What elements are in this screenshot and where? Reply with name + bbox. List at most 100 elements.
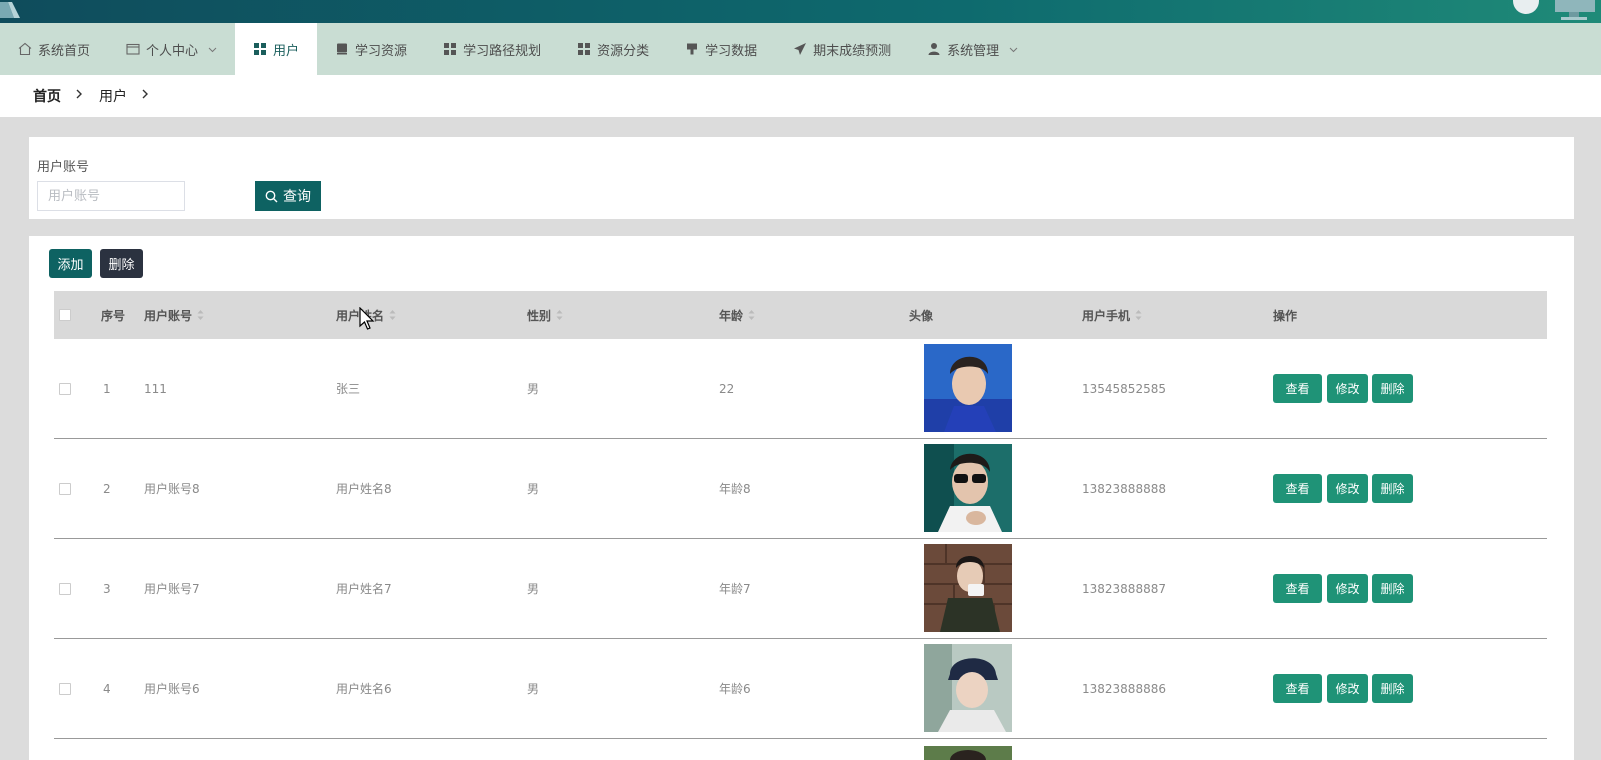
header-index: 序号	[101, 308, 126, 323]
nav-item-users[interactable]: 用户	[235, 23, 318, 75]
nav-item-home[interactable]: 系统首页	[0, 23, 108, 75]
grid-icon	[578, 43, 591, 55]
user-account-search-input[interactable]	[37, 181, 185, 211]
sort-icon[interactable]	[389, 309, 396, 321]
cell-gender: 男	[527, 482, 540, 496]
cell-phone: 13823888888	[1082, 481, 1166, 496]
cell-index: 3	[103, 581, 111, 596]
avatar-photo	[924, 544, 1012, 632]
avatar-photo	[924, 644, 1012, 732]
cell-account: 用户账号8	[144, 482, 200, 496]
delete-button[interactable]: 删除	[1372, 674, 1413, 703]
row-checkbox[interactable]	[59, 383, 71, 395]
nav-item-label: 学习路径规划	[463, 43, 542, 59]
view-button[interactable]: 查看	[1273, 374, 1322, 403]
avatar-photo	[924, 344, 1012, 432]
cell-phone: 13823888887	[1082, 581, 1166, 596]
sort-icon[interactable]	[197, 309, 204, 321]
cell-index: 2	[103, 481, 111, 496]
table-header: 序号 用户账号 用户姓名 性别 年龄 头像 用户手机 操作	[54, 291, 1547, 339]
cell-gender: 男	[527, 582, 540, 596]
view-button[interactable]: 查看	[1273, 674, 1322, 703]
logo-icon	[0, 2, 20, 18]
table-panel: 添加 删除 序号 用户账号 用户姓名 性别 年龄 头像 用户手机 操作 1 11…	[29, 236, 1574, 760]
delete-button[interactable]: 删除	[1372, 474, 1413, 503]
sort-icon[interactable]	[748, 309, 755, 321]
edit-button[interactable]: 修改	[1327, 674, 1368, 703]
breadcrumb-current: 用户	[99, 89, 127, 105]
nav-item-label: 学习数据	[705, 43, 758, 59]
nav-item-learning-data[interactable]: 学习数据	[667, 23, 775, 75]
avatar-photo	[924, 444, 1012, 532]
main-nav: 系统首页 个人中心 用户 学习资源 学习路径规划 资源分类 学习数据 期末成绩预…	[0, 23, 1601, 75]
header-avatar: 头像	[909, 308, 934, 323]
search-icon	[265, 190, 278, 202]
grid-icon	[254, 43, 267, 55]
mouse-cursor-icon	[359, 307, 375, 330]
book-icon	[337, 43, 348, 55]
top-banner	[0, 0, 1601, 23]
cell-phone: 13823888886	[1082, 681, 1166, 696]
cell-age: 年龄7	[719, 582, 751, 596]
cell-name: 用户姓名6	[336, 682, 392, 696]
select-all-checkbox[interactable]	[59, 309, 71, 321]
table-row: 4 用户账号6 用户姓名6 男 年龄6 13823888886 查看 修改 删除	[54, 639, 1547, 739]
delete-button[interactable]: 删除	[1372, 574, 1413, 603]
table-row: 2 用户账号8 用户姓名8 男 年龄8 13823888888 查看 修改 删除	[54, 439, 1547, 539]
breadcrumb: 首页 用户	[0, 75, 1601, 117]
add-button[interactable]: 添加	[49, 249, 92, 278]
search-label: 用户账号	[37, 160, 90, 175]
sort-icon[interactable]	[1135, 309, 1142, 321]
breadcrumb-home[interactable]: 首页	[33, 86, 61, 106]
cell-gender: 男	[527, 382, 540, 396]
header-age[interactable]: 年龄	[719, 291, 755, 339]
paper-plane-icon	[794, 43, 807, 55]
chevron-down-icon	[208, 47, 217, 52]
row-checkbox[interactable]	[59, 483, 71, 495]
cell-account: 用户账号7	[144, 582, 200, 596]
nav-item-grade-prediction[interactable]: 期末成绩预测	[775, 23, 909, 75]
cell-age: 年龄6	[719, 682, 751, 696]
nav-item-learning-path[interactable]: 学习路径规划	[425, 23, 559, 75]
query-button[interactable]: 查询	[255, 181, 321, 211]
cell-name: 用户姓名8	[336, 482, 392, 496]
delete-button[interactable]: 删除	[1372, 374, 1413, 403]
user-avatar[interactable]	[1513, 0, 1539, 14]
search-panel: 用户账号 查询	[29, 137, 1574, 219]
chevron-right-icon	[142, 89, 148, 99]
edit-button[interactable]: 修改	[1327, 474, 1368, 503]
cell-account: 111	[144, 381, 167, 396]
cell-phone: 13545852585	[1082, 381, 1166, 396]
nav-item-label: 个人中心	[146, 43, 199, 59]
edit-button[interactable]: 修改	[1327, 374, 1368, 403]
row-checkbox[interactable]	[59, 583, 71, 595]
header-phone[interactable]: 用户手机	[1082, 291, 1142, 339]
header-gender[interactable]: 性别	[527, 291, 563, 339]
nav-item-resource-category[interactable]: 资源分类	[559, 23, 667, 75]
cell-account: 用户账号6	[144, 682, 200, 696]
cell-gender: 男	[527, 682, 540, 696]
avatar-photo-partial	[924, 746, 1012, 760]
view-button[interactable]: 查看	[1273, 474, 1322, 503]
nav-item-learning-resources[interactable]: 学习资源	[317, 23, 425, 75]
sort-icon[interactable]	[556, 309, 563, 321]
nav-item-label: 资源分类	[597, 43, 650, 59]
batch-delete-button[interactable]: 删除	[100, 249, 143, 278]
id-card-icon	[126, 43, 140, 55]
cell-age: 年龄8	[719, 482, 751, 496]
cell-index: 1	[103, 381, 111, 396]
cell-index: 4	[103, 681, 111, 696]
nav-item-label: 系统首页	[38, 43, 91, 59]
nav-item-personal-center[interactable]: 个人中心	[108, 23, 235, 75]
nav-item-label: 期末成绩预测	[813, 43, 892, 59]
nav-item-system-management[interactable]: 系统管理	[909, 23, 1036, 75]
view-button[interactable]: 查看	[1273, 574, 1322, 603]
nav-item-label: 学习资源	[355, 43, 408, 59]
row-checkbox[interactable]	[59, 683, 71, 695]
chevron-down-icon	[1009, 47, 1018, 52]
edit-button[interactable]: 修改	[1327, 574, 1368, 603]
query-button-label: 查询	[283, 189, 311, 205]
header-account[interactable]: 用户账号	[144, 291, 204, 339]
header-actions: 操作	[1273, 308, 1298, 323]
podium-icon	[687, 43, 698, 55]
